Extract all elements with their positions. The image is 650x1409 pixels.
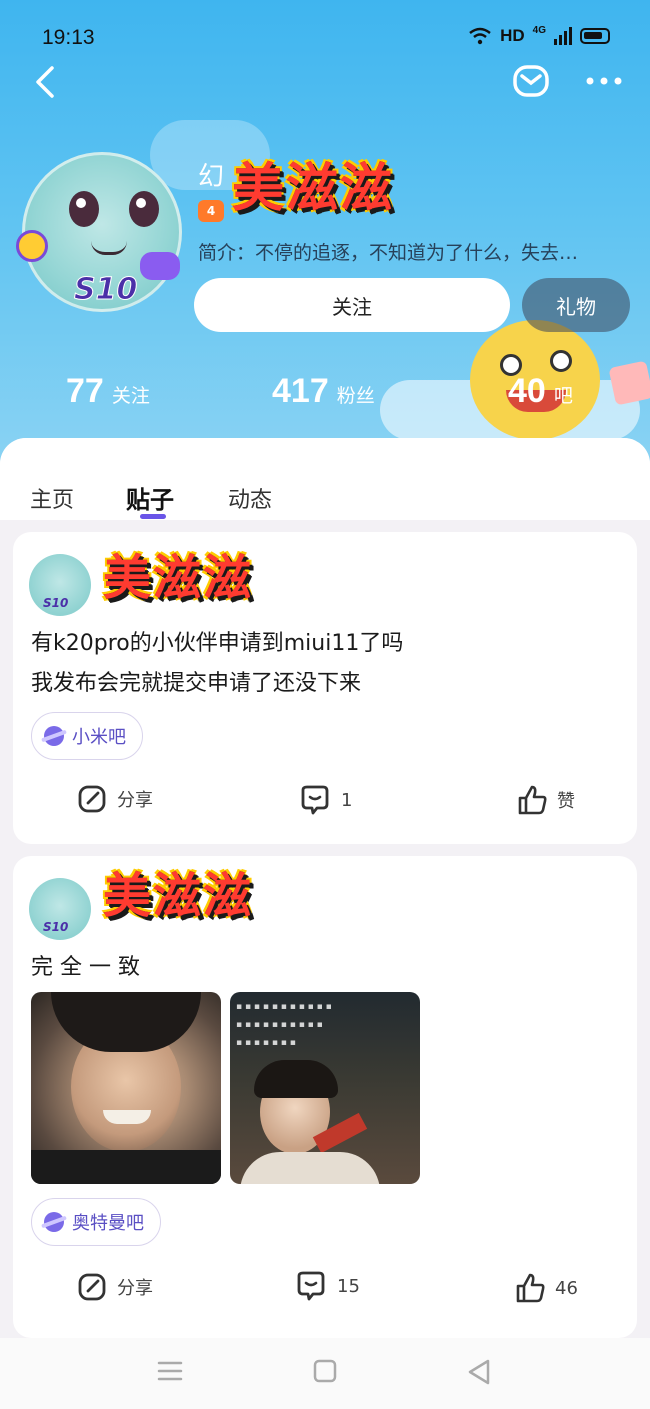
follow-button[interactable]: 关注 xyxy=(194,278,510,332)
profile-bio[interactable]: 简介：不停的追逐，不知道为了什么，失去… xyxy=(198,238,608,265)
comment-count: 15 xyxy=(337,1275,360,1297)
forum-tag[interactable]: 小米吧 xyxy=(31,712,143,760)
like-count: 46 xyxy=(555,1277,578,1299)
image-overlay: ▪ ▪ ▪ ▪ ▪ ▪ ▪ ▪ ▪ ▪ xyxy=(236,1020,323,1030)
back-nav-icon[interactable] xyxy=(466,1358,492,1386)
share-button[interactable]: 分享 xyxy=(77,784,153,814)
avatar-eye xyxy=(69,191,99,227)
image-hair xyxy=(51,992,201,1052)
comment-icon xyxy=(297,1271,325,1301)
post-line: 有k20pro的小伙伴申请到miui11了吗 xyxy=(31,631,404,656)
stat-bars[interactable]: 40 吧 xyxy=(508,372,573,411)
tab-bar: 主页 贴子 动态 xyxy=(0,438,650,520)
back-icon[interactable] xyxy=(32,64,60,100)
stat-value: 77 xyxy=(66,372,104,410)
stat-label: 吧 xyxy=(553,385,573,407)
stat-label: 关注 xyxy=(111,385,150,407)
forum-tag[interactable]: 奥特曼吧 xyxy=(31,1198,161,1246)
image-overlay: ▪ ▪ ▪ ▪ ▪ ▪ ▪ ▪ ▪ ▪ ▪ xyxy=(236,1002,332,1012)
thumbs-up-icon xyxy=(516,1273,545,1303)
comment-count: 1 xyxy=(341,789,353,811)
forum-tag-label: 奥特曼吧 xyxy=(72,1213,144,1234)
emoji-decoration xyxy=(16,230,48,262)
heart-decoration xyxy=(608,360,650,406)
stat-fans[interactable]: 417 粉丝 xyxy=(272,372,375,411)
post-author-art[interactable]: 美滋滋 xyxy=(103,538,253,608)
post-author-art[interactable]: 美滋滋 xyxy=(103,856,253,926)
signal-icon xyxy=(554,27,572,45)
gamepad-decoration xyxy=(140,252,180,280)
stat-label: 粉丝 xyxy=(336,385,375,407)
avatar-eye xyxy=(129,191,159,227)
share-label: 分享 xyxy=(117,790,153,811)
comment-button[interactable]: 15 xyxy=(295,1270,360,1302)
like-button[interactable]: 46 xyxy=(515,1272,578,1304)
forum-tag-label: 小米吧 xyxy=(72,727,126,748)
content-area: 主页 贴子 动态 S10 美滋滋 有k20pro的小伙伴申请到miui11了吗 … xyxy=(0,438,650,1338)
thumbs-up-icon xyxy=(518,785,547,815)
menu-icon[interactable] xyxy=(156,1358,184,1384)
image-shirt xyxy=(240,1152,380,1184)
share-button[interactable]: 分享 xyxy=(77,1272,153,1302)
share-icon xyxy=(78,785,106,813)
like-button[interactable]: 赞 xyxy=(517,784,575,816)
comment-button[interactable]: 1 xyxy=(299,784,352,816)
mail-icon[interactable] xyxy=(512,64,550,98)
avatar-badge: S10 xyxy=(73,272,138,308)
planet-icon xyxy=(44,1212,64,1232)
avatar-badge: S10 xyxy=(43,596,69,610)
username-art: 美滋滋 xyxy=(232,159,395,219)
share-icon xyxy=(78,1273,106,1301)
avatar-mouth xyxy=(91,241,127,255)
more-icon[interactable] xyxy=(584,70,624,92)
share-label: 分享 xyxy=(117,1278,153,1299)
tab-activity[interactable]: 动态 xyxy=(228,482,272,514)
post-avatar[interactable]: S10 xyxy=(29,554,91,616)
status-time: 19:13 xyxy=(42,26,95,49)
tab-home[interactable]: 主页 xyxy=(30,482,74,514)
stat-value: 417 xyxy=(272,372,329,410)
status-icons: HD 4G xyxy=(468,24,610,46)
image-teeth xyxy=(103,1110,151,1124)
profile-header: 19:13 HD 4G S10 幻 美滋滋 4 简介：不停的追逐，不知道为了什么… xyxy=(0,0,650,470)
gift-button[interactable]: 礼物 xyxy=(522,278,630,332)
avatar-badge: S10 xyxy=(43,920,69,934)
post-avatar[interactable]: S10 xyxy=(29,878,91,940)
hd-indicator: HD xyxy=(500,26,525,45)
comment-icon xyxy=(301,785,329,815)
level-badge: 4 xyxy=(198,200,224,222)
post-image[interactable] xyxy=(31,992,221,1184)
system-nav-bar xyxy=(0,1338,650,1409)
status-bar: 19:13 HD 4G xyxy=(0,0,650,78)
stat-value: 40 xyxy=(508,372,546,410)
wifi-icon xyxy=(469,27,491,45)
image-shirt xyxy=(31,1150,221,1184)
post-card[interactable]: S10 美滋滋 有k20pro的小伙伴申请到miui11了吗 我发布会完就提交申… xyxy=(13,532,637,844)
post-card[interactable]: S10 美滋滋 完 全 一 致 ▪ ▪ ▪ ▪ ▪ ▪ ▪ ▪ ▪ ▪ ▪ ▪ … xyxy=(13,856,637,1338)
battery-icon xyxy=(580,28,610,44)
like-label: 赞 xyxy=(557,791,575,812)
username-prefix: 幻 xyxy=(198,162,225,192)
planet-icon xyxy=(44,726,64,746)
stat-following[interactable]: 77 关注 xyxy=(66,372,150,411)
post-line: 我发布会完就提交申请了还没下来 xyxy=(31,671,362,696)
home-icon[interactable] xyxy=(312,1358,338,1384)
post-image[interactable]: ▪ ▪ ▪ ▪ ▪ ▪ ▪ ▪ ▪ ▪ ▪ ▪ ▪ ▪ ▪ ▪ ▪ ▪ ▪ ▪ … xyxy=(230,992,420,1184)
active-tab-indicator xyxy=(140,514,166,519)
network-indicator: 4G xyxy=(532,24,546,36)
post-line: 完 全 一 致 xyxy=(31,955,140,980)
image-overlay: ▪ ▪ ▪ ▪ ▪ ▪ ▪ xyxy=(236,1038,296,1048)
tab-posts[interactable]: 贴子 xyxy=(126,480,174,515)
image-hair xyxy=(254,1060,338,1098)
